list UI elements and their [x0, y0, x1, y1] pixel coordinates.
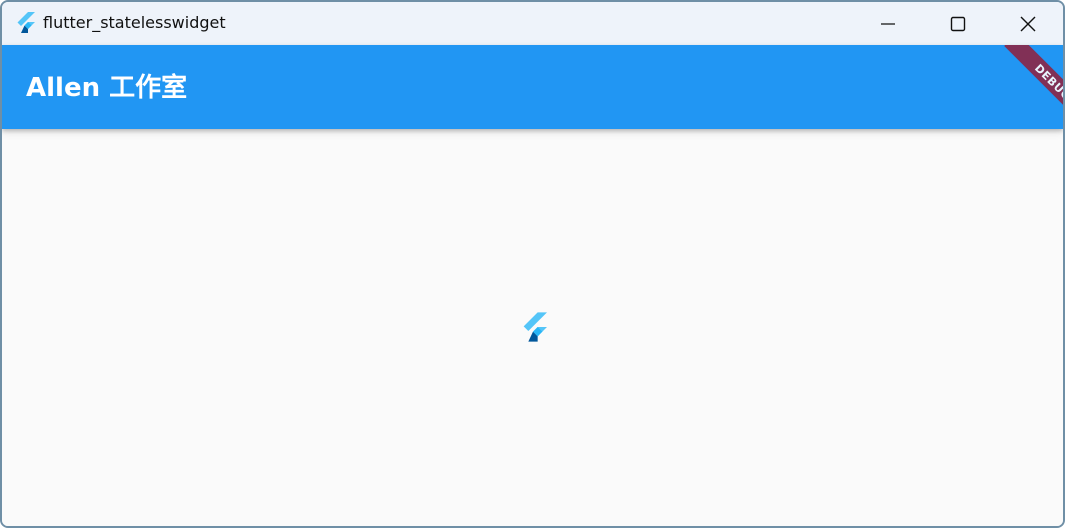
app-window: flutter_statelesswidget Allen 工作室 DEBUG	[0, 0, 1065, 528]
close-button[interactable]	[993, 2, 1063, 45]
app-bar: Allen 工作室	[2, 45, 1063, 129]
window-title: flutter_statelesswidget	[43, 13, 226, 32]
app-bar-title: Allen 工作室	[26, 73, 188, 103]
flutter-logo-icon	[523, 312, 547, 342]
minimize-button[interactable]	[853, 2, 923, 45]
title-bar[interactable]: flutter_statelesswidget	[2, 2, 1063, 45]
flutter-logo-icon	[17, 12, 35, 33]
close-icon	[1020, 16, 1036, 31]
maximize-icon	[950, 16, 966, 31]
page-body	[2, 129, 1063, 526]
minimize-icon	[881, 22, 895, 25]
maximize-button[interactable]	[923, 2, 993, 45]
